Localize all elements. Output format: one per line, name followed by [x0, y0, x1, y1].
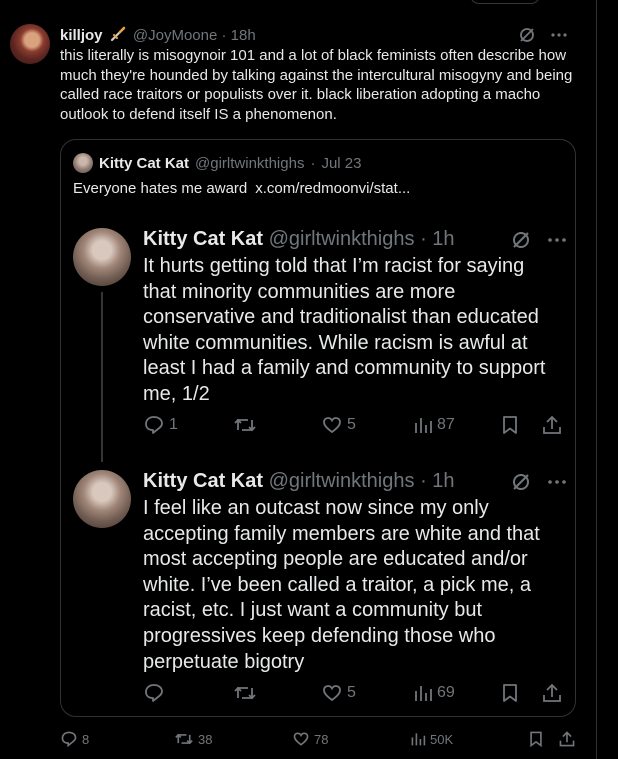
post-text: I feel like an outcast now since my only…: [143, 497, 540, 673]
post-header: Kitty Cat Kat @girltwinkthighs · 1h: [143, 228, 455, 251]
views-button[interactable]: 50K: [410, 730, 453, 748]
avatar[interactable]: [73, 470, 131, 528]
more-icon[interactable]: [550, 26, 568, 44]
heart-icon: [323, 685, 341, 702]
views-icon: [411, 733, 426, 746]
repost-icon: [234, 418, 256, 432]
quote-display-name[interactable]: Kitty Cat Kat: [99, 155, 189, 172]
grok-icon[interactable]: [518, 26, 536, 44]
post-text: It hurts getting told that I’m racist fo…: [143, 255, 546, 405]
view-count: 87: [437, 416, 455, 433]
display-name[interactable]: killjoy: [60, 27, 103, 44]
display-name[interactable]: Kitty Cat Kat: [143, 228, 263, 250]
dot-separator: ·: [221, 27, 227, 44]
heart-icon: [293, 732, 309, 746]
bookmark-icon: [503, 416, 517, 434]
bookmark-button[interactable]: [501, 682, 519, 704]
quote-timestamp[interactable]: Jul 23: [321, 155, 361, 172]
repost-button[interactable]: [233, 682, 261, 704]
repost-button[interactable]: [233, 414, 261, 436]
repost-button[interactable]: 38: [174, 730, 212, 748]
avatar[interactable]: [73, 228, 131, 286]
action-bar: 5 69: [143, 682, 563, 706]
post-header-actions: [511, 472, 567, 492]
repost-icon: [234, 686, 256, 700]
reply-icon: [145, 416, 163, 434]
reply-icon: [61, 731, 77, 748]
share-icon: [559, 731, 575, 747]
views-icon: [415, 686, 432, 701]
share-icon: [543, 415, 561, 434]
reply-button[interactable]: [143, 682, 169, 704]
like-count: 78: [314, 731, 329, 747]
tweet-header-actions: [518, 26, 568, 44]
reply-count: 8: [82, 731, 90, 747]
reply-button[interactable]: 8: [60, 730, 89, 748]
views-icon: [415, 418, 432, 433]
bookmark-button[interactable]: [501, 414, 519, 436]
tweet-text: this literally is misogynoir 101 and a l…: [60, 47, 573, 123]
timestamp[interactable]: 1h: [432, 470, 454, 492]
column-divider: [596, 0, 597, 759]
like-count: 5: [347, 416, 356, 433]
more-icon[interactable]: [547, 230, 567, 250]
bookmark-icon: [530, 731, 542, 748]
display-name[interactable]: Kitty Cat Kat: [143, 470, 263, 492]
share-button[interactable]: [541, 682, 563, 704]
dot-separator: ·: [420, 228, 427, 250]
reply-button[interactable]: 1: [143, 414, 178, 436]
handle[interactable]: @JoyMoone: [133, 27, 217, 44]
reply-count: 1: [169, 416, 178, 433]
quote-handle[interactable]: @girltwinkthighs: [195, 155, 304, 172]
action-bar: 8 38 78 50K: [60, 730, 580, 750]
reply-icon: [145, 684, 163, 702]
quote-link[interactable]: x.com/redmoonvi/stat...: [255, 180, 410, 197]
dot-separator: ·: [310, 154, 316, 172]
handle[interactable]: @girltwinkthighs: [269, 470, 415, 492]
avatar[interactable]: [10, 24, 50, 64]
thread-post-1[interactable]: Kitty Cat Kat @girltwinkthighs · 1h It h…: [73, 228, 566, 462]
like-button[interactable]: 78: [292, 730, 328, 748]
grok-icon[interactable]: [511, 230, 531, 250]
quote-text: Everyone hates me award: [73, 180, 248, 197]
post-header-actions: [511, 230, 567, 250]
thread-post-2[interactable]: Kitty Cat Kat @girltwinkthighs · 1h I fe…: [73, 470, 566, 710]
action-bar: 1 5 87: [143, 414, 563, 438]
views-button[interactable]: 69: [413, 682, 455, 704]
quote-text-line: Everyone hates me award x.com/redmoonvi/s…: [73, 180, 410, 197]
like-button[interactable]: 5: [321, 414, 356, 436]
thread-connector-line: [101, 292, 103, 462]
quoted-tweet[interactable]: Kitty Cat Kat @girltwinkthighs · Jul 23 …: [60, 139, 576, 717]
handle[interactable]: @girltwinkthighs: [269, 228, 415, 250]
tweet[interactable]: killjoy @JoyMoone · 18h this literally i…: [0, 0, 596, 759]
view-count: 69: [437, 684, 455, 701]
quote-header: Kitty Cat Kat @girltwinkthighs · Jul 23: [73, 153, 361, 173]
like-button[interactable]: 5: [321, 682, 356, 704]
heart-icon: [323, 417, 341, 434]
sword-badge-icon: [110, 26, 126, 42]
share-button[interactable]: [541, 414, 563, 436]
repost-count: 38: [198, 731, 213, 747]
dot-separator: ·: [420, 470, 427, 492]
bookmark-button[interactable]: [528, 730, 544, 748]
view-count: 50K: [430, 731, 454, 747]
timestamp[interactable]: 18h: [231, 27, 256, 44]
share-button[interactable]: [558, 730, 576, 748]
share-icon: [543, 683, 561, 702]
like-count: 5: [347, 684, 356, 701]
more-icon[interactable]: [547, 472, 567, 492]
bookmark-icon: [503, 684, 517, 702]
post-header: Kitty Cat Kat @girltwinkthighs · 1h: [143, 470, 455, 493]
grok-icon[interactable]: [511, 472, 531, 492]
tweet-header: killjoy @JoyMoone · 18h: [60, 26, 256, 44]
views-button[interactable]: 87: [413, 414, 455, 436]
repost-icon: [175, 733, 193, 745]
quote-avatar[interactable]: [73, 153, 93, 173]
timestamp[interactable]: 1h: [432, 228, 454, 250]
